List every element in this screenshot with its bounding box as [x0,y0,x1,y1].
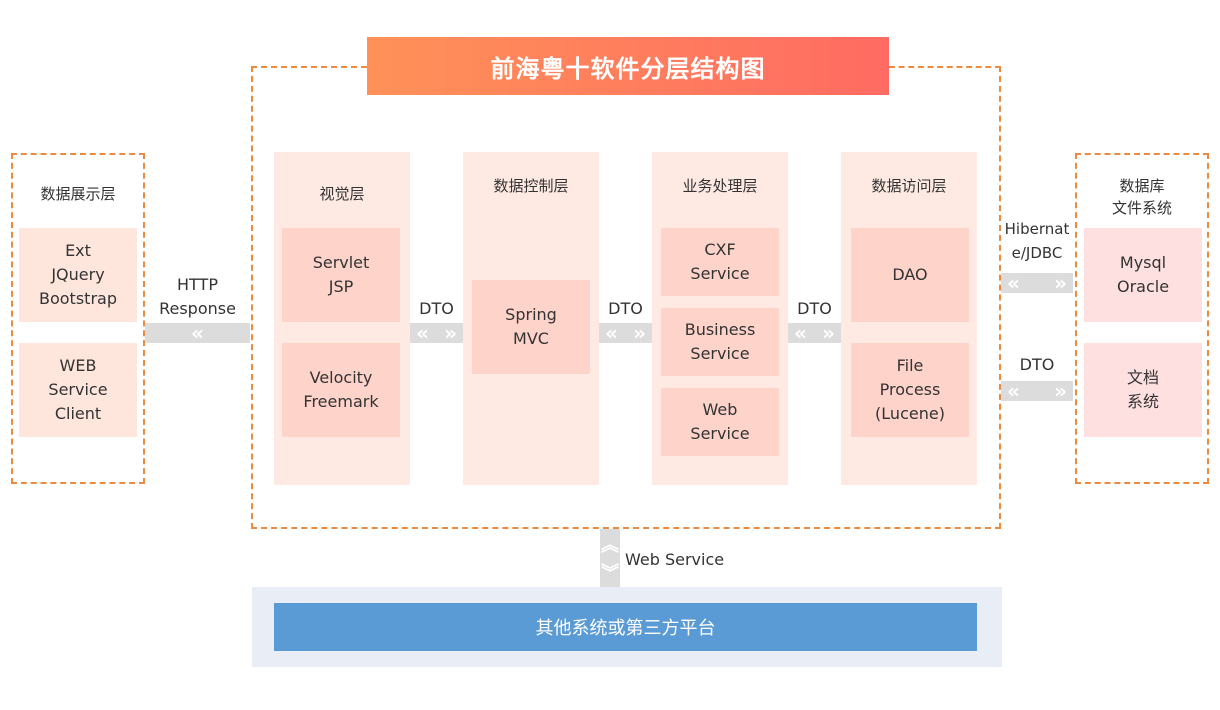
component-servlet-jsp: Servlet JSP [282,228,400,322]
presentation-item-frontend: Ext JQuery Bootstrap [19,228,137,322]
component-web-service: Web Service [661,388,779,456]
chevron-up-icon: ︽ [601,535,619,556]
component-business-service: Business Service [661,308,779,376]
dto-label-storage: DTO [1019,355,1055,374]
layer-view-title: 视觉层 [319,185,365,203]
layer-business-title: 业务处理层 [682,177,758,195]
component-spring-mvc: Spring MVC [472,280,590,374]
http-response-label: HTTP Response [159,275,236,318]
chevron-right-icon: » [822,321,835,345]
presentation-item-ws-client: WEB Service Client [19,343,137,437]
dto-connector-3: « » [788,323,841,343]
storage-item-database: Mysql Oracle [1084,228,1202,322]
dto-label-2: DTO [608,299,643,318]
dto-label-3: DTO [797,299,832,318]
webservice-connector: ︽ ︾ [600,529,620,587]
chevron-left-icon: « [605,321,618,345]
layer-data-access-title: 数据访问层 [871,177,947,195]
presentation-layer-title: 数据展示层 [40,185,116,203]
core-top-border-left [251,66,367,68]
chevron-right-icon: » [1054,379,1067,403]
hibernate-connector: « » [1001,273,1073,293]
chevron-right-icon: » [633,321,646,345]
chevron-left-icon: « [1007,379,1020,403]
webservice-label: Web Service [625,550,725,569]
storage-layer-title: 数据库 文件系统 [1111,177,1172,217]
hibernate-jdbc-label: Hibernat e/JDBC [1004,220,1070,262]
chevron-left-icon: « [191,321,204,345]
chevron-right-icon: » [1054,271,1067,295]
chevron-left-icon: « [794,321,807,345]
component-file-process: File Process (Lucene) [851,343,969,437]
chevron-left-icon: « [416,321,429,345]
component-velocity-freemark: Velocity Freemark [282,343,400,437]
core-top-border-right [889,66,1001,68]
layer-control-title: 数据控制层 [493,177,569,195]
dto-connector-1: « » [410,323,463,343]
dto-connector-storage: « » [1001,381,1073,401]
chevron-down-icon: ︾ [601,563,619,584]
storage-item-document: 文档 系统 [1084,343,1202,437]
third-party-platform: 其他系统或第三方平台 [274,603,977,651]
dto-label-1: DTO [419,299,454,318]
component-dao: DAO [851,228,969,322]
chevron-left-icon: « [1007,271,1020,295]
dto-connector-2: « » [599,323,652,343]
component-cxf-service: CXF Service [661,228,779,296]
http-connector: « [145,323,250,343]
chevron-right-icon: » [444,321,457,345]
